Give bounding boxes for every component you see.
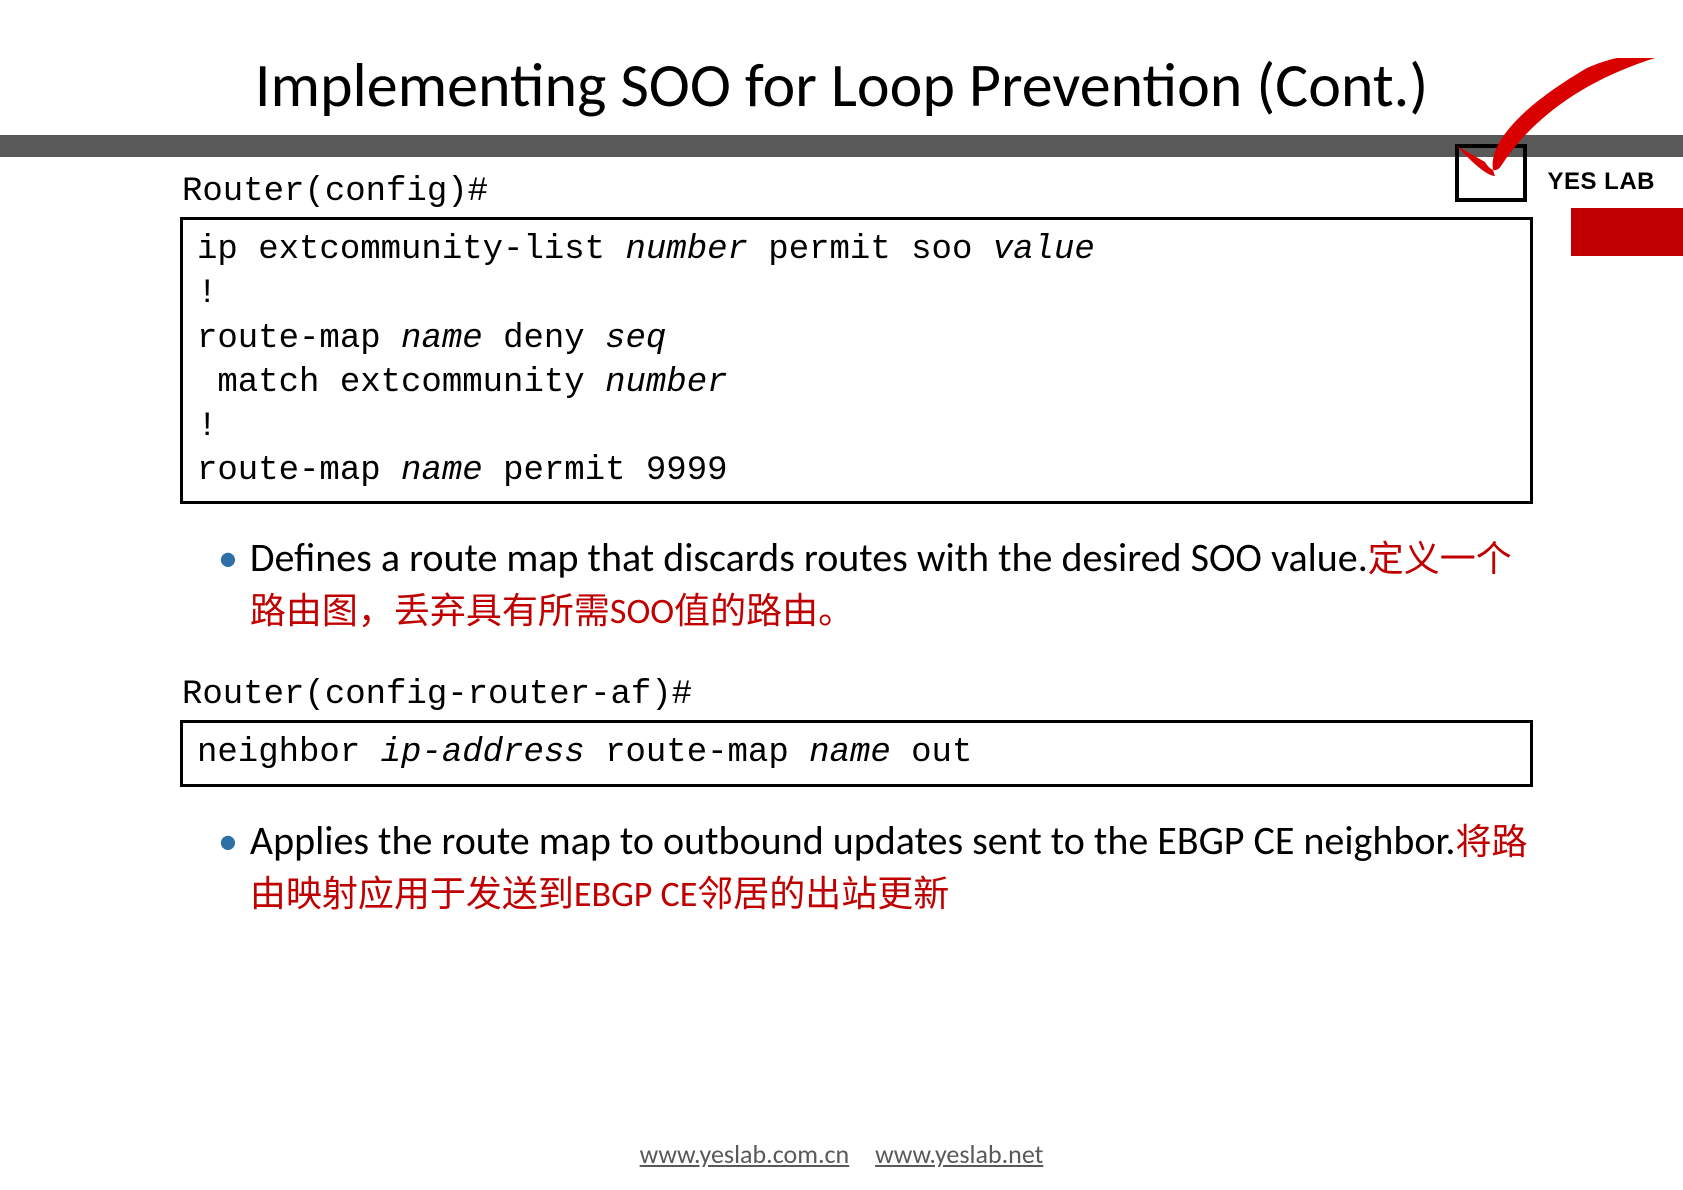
code-italic: name <box>401 452 483 490</box>
footer-links: www.yeslab.com.cn www.yeslab.net <box>0 1138 1683 1170</box>
slide: Implementing SOO for Loop Prevention (Co… <box>0 0 1683 1190</box>
code-text: route-map <box>197 320 401 358</box>
logo-checkbox <box>1455 144 1527 202</box>
page-title: Implementing SOO for Loop Prevention (Co… <box>168 50 1514 121</box>
code-italic: number <box>605 364 727 402</box>
bullet-dot-icon: • <box>218 532 238 584</box>
logo-text: YES LAB <box>1547 168 1655 196</box>
code-text: deny <box>483 320 605 358</box>
code-italic: number <box>625 231 747 269</box>
code-text: out <box>891 734 973 772</box>
footer-link-1[interactable]: www.yeslab.com.cn <box>640 1138 850 1170</box>
code-italic: name <box>401 320 483 358</box>
footer-link-2[interactable]: www.yeslab.net <box>875 1138 1043 1170</box>
code-text: route-map <box>197 452 401 490</box>
code-text: match extcommunity <box>197 364 605 402</box>
code-italic: seq <box>605 320 666 358</box>
code-text: permit 9999 <box>483 452 728 490</box>
code-text: neighbor <box>197 734 381 772</box>
code-text: route-map <box>585 734 809 772</box>
content-area: Router(config)# ip extcommunity-list num… <box>0 157 1683 918</box>
prompt-config-router-af: Router(config-router-af)# <box>182 676 1533 714</box>
bullet-list-1: • Defines a route map that discards rout… <box>218 532 1533 636</box>
prompt-config: Router(config)# <box>182 173 1533 211</box>
bullet-dot-icon: • <box>218 815 238 867</box>
bullet-text: Applies the route map to outbound update… <box>250 815 1533 919</box>
bullet-text-en: Applies the route map to outbound update… <box>250 816 1456 865</box>
bullet-list-2: • Applies the route map to outbound upda… <box>218 815 1533 919</box>
code-text: permit soo <box>748 231 993 269</box>
logo: YES LAB <box>1427 58 1657 208</box>
code-text: ! <box>197 408 217 446</box>
code-text: ip extcommunity-list <box>197 231 625 269</box>
code-italic: name <box>809 734 891 772</box>
code-italic: value <box>993 231 1095 269</box>
bullet-text: Defines a route map that discards routes… <box>250 532 1533 636</box>
code-text: ! <box>197 275 217 313</box>
bullet-item: • Defines a route map that discards rout… <box>218 532 1533 636</box>
accent-block <box>1571 208 1683 256</box>
code-block-1: ip extcommunity-list number permit soo v… <box>180 217 1533 504</box>
code-italic: ip-address <box>381 734 585 772</box>
bullet-item: • Applies the route map to outbound upda… <box>218 815 1533 919</box>
code-block-2: neighbor ip-address route-map name out <box>180 720 1533 786</box>
bullet-text-en: Defines a route map that discards routes… <box>250 533 1368 582</box>
